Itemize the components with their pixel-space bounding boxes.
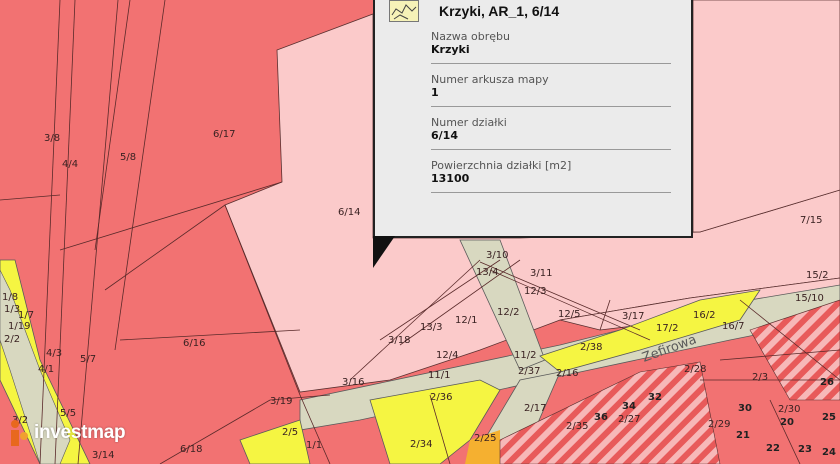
- popup-header: Krzyki, AR_1, 6/14: [389, 0, 559, 22]
- parcel-label: 6/17: [213, 129, 235, 140]
- parcel-label: 3/8: [44, 133, 60, 144]
- investmap-logo[interactable]: investmap: [8, 418, 126, 448]
- parcel-label: 2/35: [566, 421, 588, 432]
- field-label: Numer działki: [431, 116, 507, 129]
- parcel-label: 6/16: [183, 338, 205, 349]
- parcel-label: 34: [622, 401, 636, 412]
- parcel-polygon-icon: [389, 0, 419, 22]
- parcel-label: 4/1: [38, 364, 54, 375]
- field-label: Numer arkusza mapy: [431, 73, 549, 86]
- parcel-label: 2/16: [556, 368, 578, 379]
- parcel-label: 30: [738, 403, 752, 414]
- parcel-label: 26: [820, 377, 834, 388]
- field-value: 1: [431, 86, 439, 99]
- parcel-label: 1/8: [2, 292, 18, 303]
- field-numer-arkusza: Numer arkusza mapy 1: [431, 73, 671, 107]
- parcel-label: 1/7: [18, 310, 34, 321]
- parcel-label: 2/28: [684, 364, 706, 375]
- parcel-label: 36: [594, 412, 608, 423]
- parcel-label: 4/3: [46, 348, 62, 359]
- field-value: 13100: [431, 172, 470, 185]
- parcel-label: 2/27: [618, 414, 640, 425]
- parcel-label: 24: [822, 447, 836, 458]
- parcel-label: 3/16: [342, 377, 364, 388]
- parcel-label: 2/34: [410, 439, 432, 450]
- field-label: Powierzchnia działki [m2]: [431, 159, 572, 172]
- popup-pointer: [373, 236, 395, 268]
- parcel-label: 15/2: [806, 270, 828, 281]
- parcel-label: 23: [798, 444, 812, 455]
- parcel-label: 3/18: [388, 335, 410, 346]
- parcel-label: 1/19: [8, 321, 30, 332]
- parcel-label: 11/2: [514, 350, 536, 361]
- parcel-label: 2/30: [778, 404, 800, 415]
- parcel-label: 12/2: [497, 307, 519, 318]
- parcel-label: 2/25: [474, 433, 496, 444]
- parcel-label: 16/7: [722, 321, 744, 332]
- parcel-label: 20: [780, 417, 794, 428]
- parcel-label: 3/14: [92, 450, 114, 461]
- parcel-label: 3/19: [270, 396, 292, 407]
- parcel-label: 15/10: [795, 293, 824, 304]
- parcel-label: 12/4: [436, 350, 458, 361]
- parcel-info-popup[interactable]: Krzyki, AR_1, 6/14 Nazwa obrębu Krzyki N…: [373, 0, 693, 238]
- parcel-label: 2/38: [580, 342, 602, 353]
- field-value: 6/14: [431, 129, 458, 142]
- parcel-label: 7/15: [800, 215, 822, 226]
- parcel-label: 12/3: [524, 286, 546, 297]
- parcel-label: 3/17: [622, 311, 644, 322]
- investmap-logo-icon: [11, 420, 28, 446]
- parcel-label: 5/8: [120, 152, 136, 163]
- parcel-label: 2/5: [282, 427, 298, 438]
- parcel-label: 2/29: [708, 419, 730, 430]
- parcel-label: 6/18: [180, 444, 202, 455]
- parcel-label: 3/11: [530, 268, 552, 279]
- parcel-label: 13/4: [476, 267, 498, 278]
- parcel-label: 2/3: [752, 372, 768, 383]
- parcel-label: 5/7: [80, 354, 96, 365]
- field-numer-dzialki: Numer działki 6/14: [431, 116, 671, 150]
- field-label: Nazwa obrębu: [431, 30, 510, 43]
- parcel-label: 2/37: [518, 366, 540, 377]
- parcel-label: 1/1: [306, 440, 322, 451]
- parcel-label: 16/2: [693, 310, 715, 321]
- parcel-label: 17/2: [656, 323, 678, 334]
- parcel-label: 12/1: [455, 315, 477, 326]
- field-value: Krzyki: [431, 43, 470, 56]
- parcel-label: 12/5: [558, 309, 580, 320]
- parcel-label: 2/36: [430, 392, 452, 403]
- parcel-label: 25: [822, 412, 836, 423]
- logo-text: investmap: [34, 422, 126, 443]
- field-nazwa-obrebu: Nazwa obrębu Krzyki: [431, 30, 671, 64]
- parcel-label: 13/3: [420, 322, 442, 333]
- parcel-label: 6/14: [338, 207, 360, 218]
- parcel-label: 2/17: [524, 403, 546, 414]
- parcel-label: 21: [736, 430, 750, 441]
- parcel-label: 2/2: [4, 334, 20, 345]
- parcel-label: 32: [648, 392, 662, 403]
- parcel-label: 3/10: [486, 250, 508, 261]
- parcel-label: 22: [766, 443, 780, 454]
- field-powierzchnia: Powierzchnia działki [m2] 13100: [431, 159, 671, 193]
- popup-title: Krzyki, AR_1, 6/14: [439, 3, 560, 19]
- parcel-label: 4/4: [62, 159, 78, 170]
- parcel-label: 11/1: [428, 370, 450, 381]
